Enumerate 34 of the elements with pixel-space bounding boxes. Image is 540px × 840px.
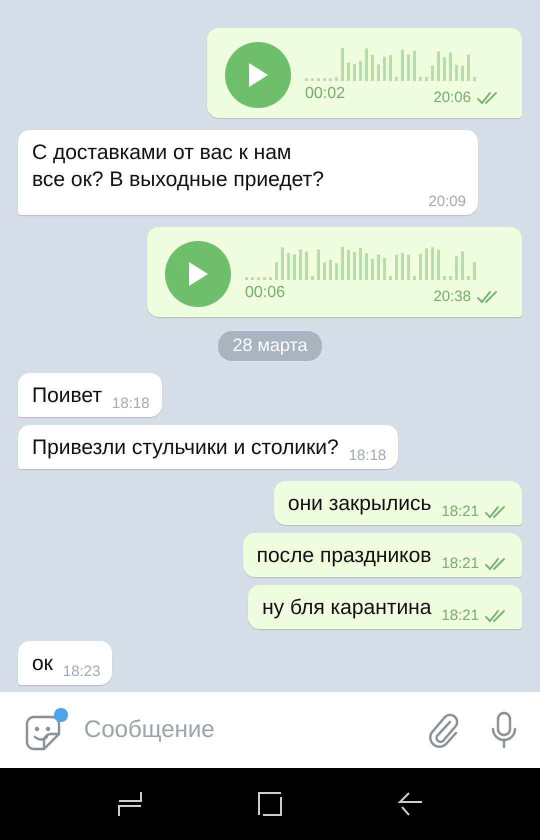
message-text: они закрылись: [288, 491, 432, 517]
sticker-button[interactable]: [24, 708, 68, 752]
back-icon: [397, 791, 423, 817]
message-time: 20:06: [433, 89, 471, 107]
sticker-icon: [24, 714, 62, 752]
home-icon: [257, 791, 283, 817]
message-input[interactable]: Сообщение: [82, 715, 398, 745]
message-time: 18:21: [441, 503, 479, 521]
voice-duration: 00:06: [245, 284, 286, 302]
recent-apps-button[interactable]: [117, 791, 143, 817]
message-time: 18:21: [441, 607, 479, 625]
microphone-button[interactable]: [490, 711, 518, 749]
message-text: С доставками от вас к нам все ок? В выходные приедет?: [32, 140, 325, 193]
message-time: 20:09: [428, 193, 466, 211]
message-time: 20:38: [433, 288, 471, 306]
home-button[interactable]: [257, 791, 283, 817]
message-time: 18:23: [62, 663, 100, 681]
message-text: Поивет: [32, 383, 102, 409]
message-time: 18:18: [348, 447, 386, 465]
microphone-icon: [490, 711, 518, 749]
message-time: 18:18: [112, 395, 150, 413]
play-icon: [247, 62, 269, 88]
message-text: ну бля карантина: [262, 595, 432, 621]
date-label: 28 марта: [218, 331, 322, 361]
attach-button[interactable]: [428, 712, 460, 748]
message-text: Привезли стульчики и столики?: [32, 435, 339, 461]
message-time: 18:21: [441, 555, 479, 573]
play-icon: [187, 261, 209, 287]
recent-apps-icon: [117, 791, 143, 817]
back-button[interactable]: [397, 791, 423, 817]
message-text: ок: [32, 651, 53, 677]
paperclip-icon: [428, 712, 460, 748]
voice-duration: 00:02: [305, 85, 346, 103]
message-text: после праздников: [256, 543, 432, 569]
